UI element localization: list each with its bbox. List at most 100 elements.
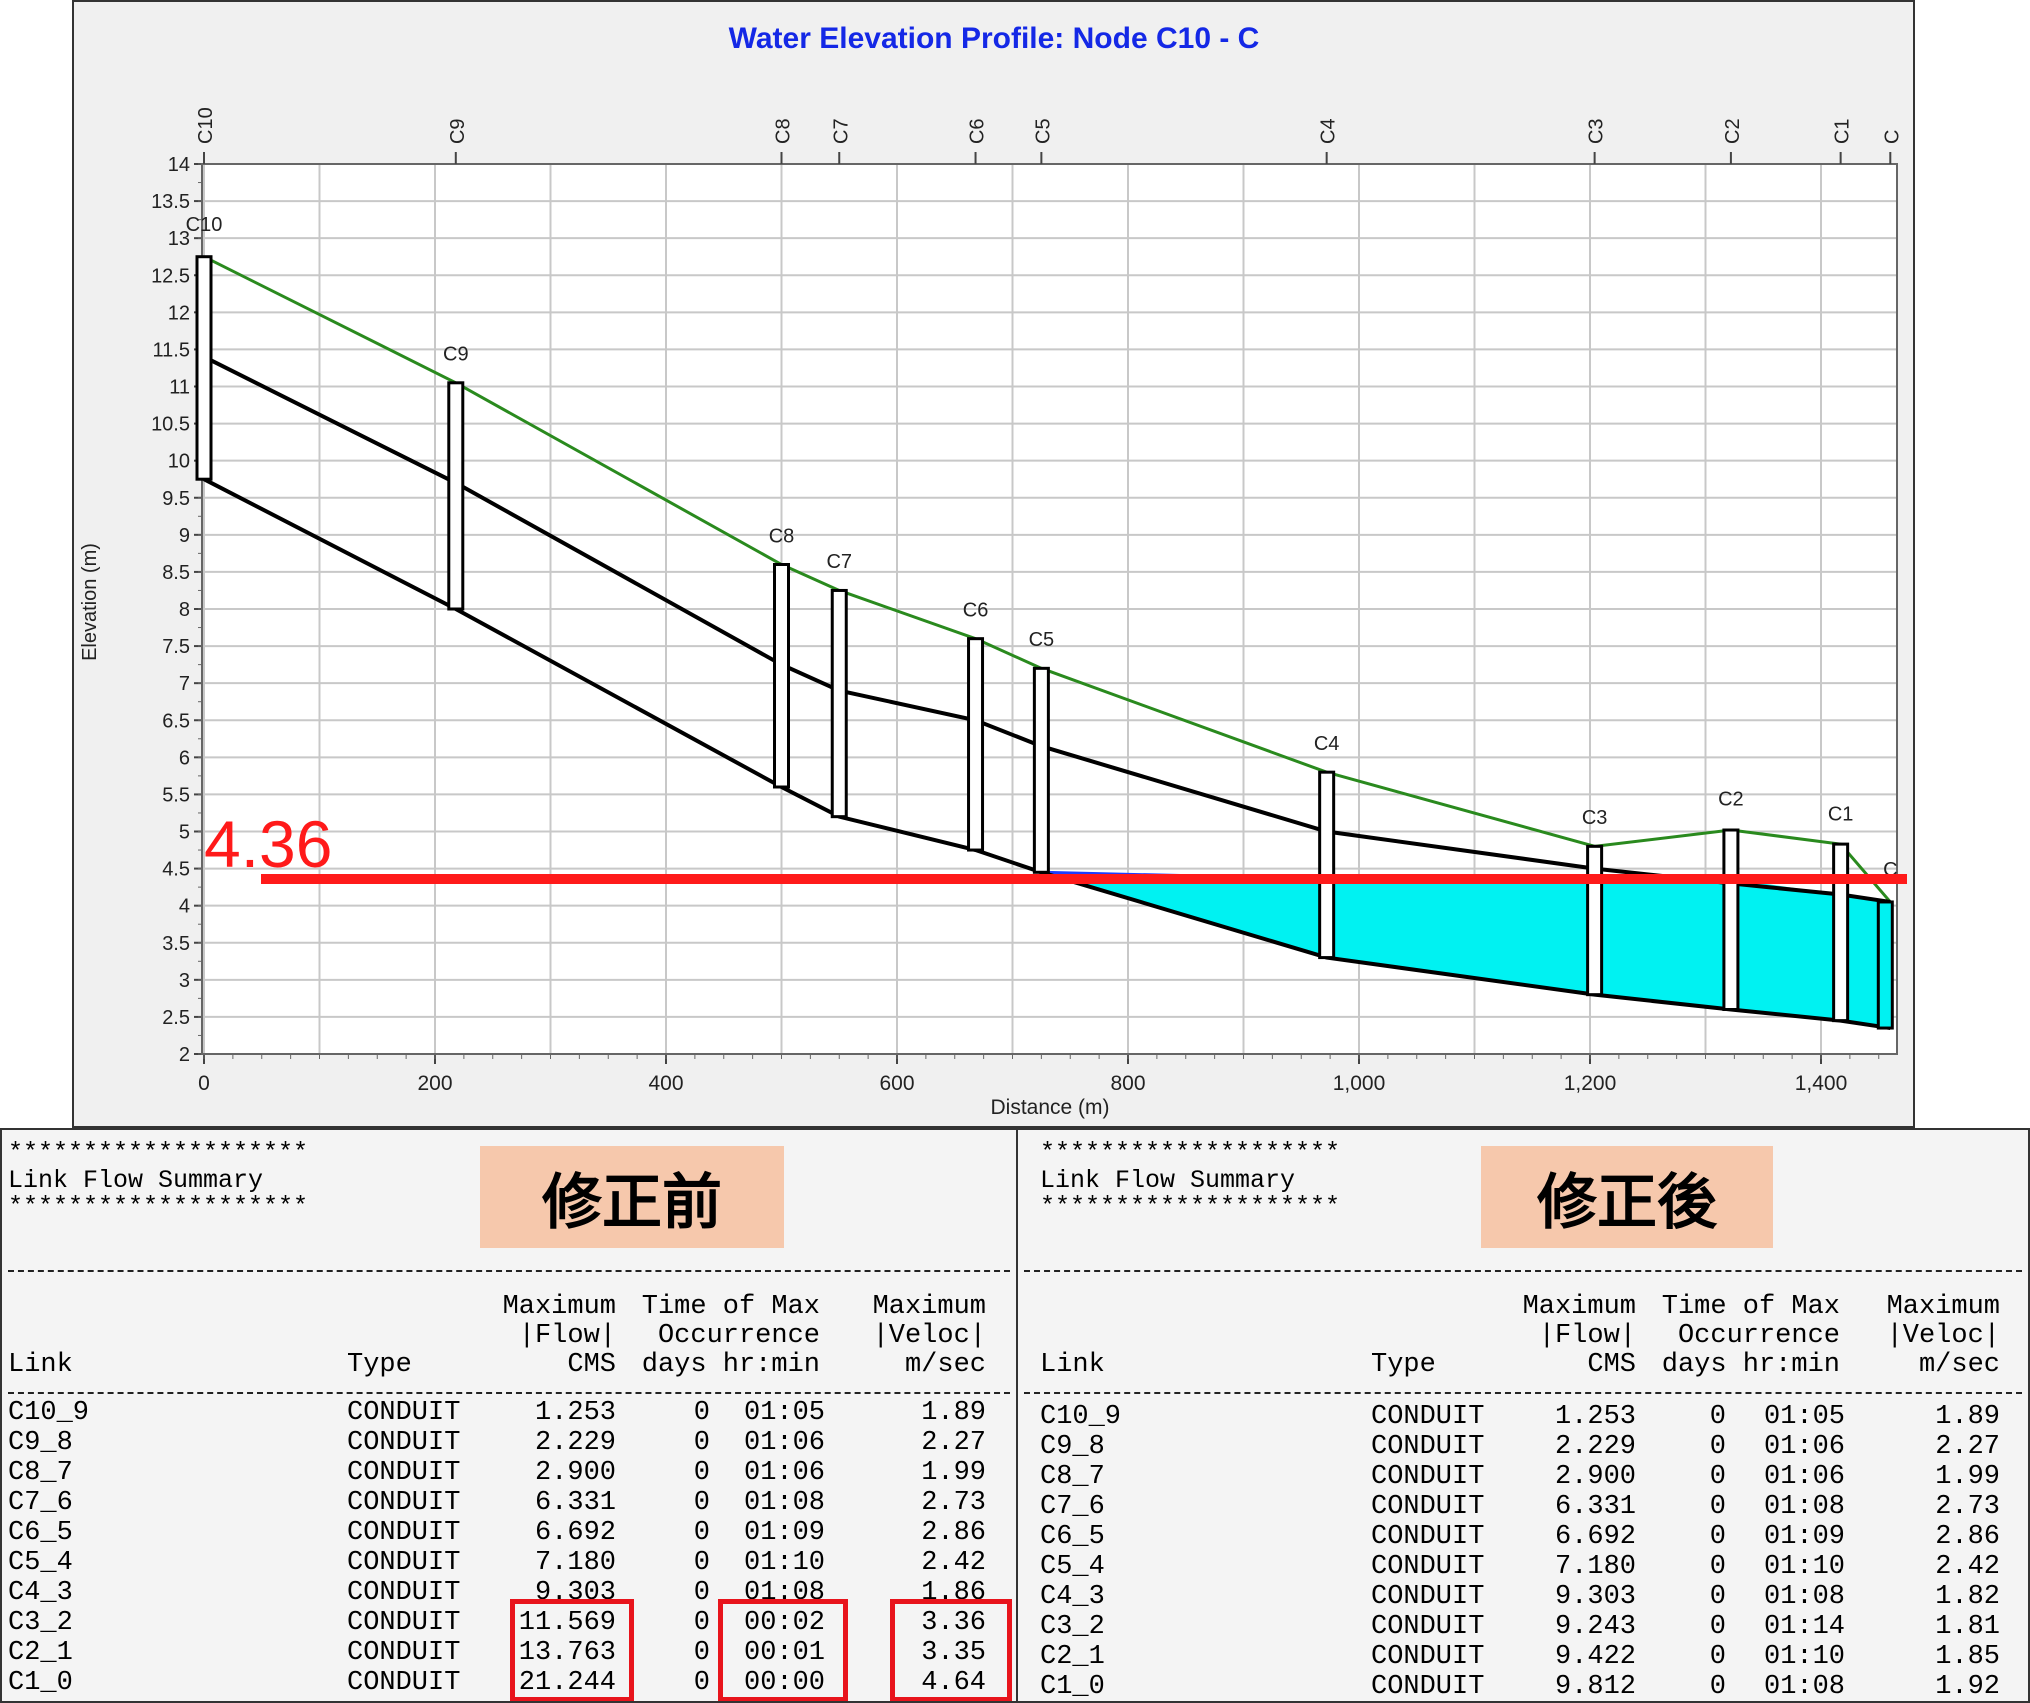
type-header: Type (347, 1350, 412, 1380)
flow-header-1: |Flow| (518, 1321, 616, 1351)
time-header-2: days hr:min (1661, 1350, 1840, 1380)
days-cell: 0 (693, 1458, 710, 1488)
veloc-header-1: |Veloc| (1886, 1321, 2000, 1351)
veloc-cell: 2.42 (1935, 1552, 2000, 1582)
veloc-cell: 2.86 (1935, 1522, 2000, 1552)
days-cell: 0 (693, 1578, 710, 1608)
y-tick-label: 7 (179, 673, 190, 695)
manhole-C6 (967, 637, 985, 852)
y-tick-label: 9 (179, 525, 190, 547)
time-cell: 01:08 (1764, 1492, 1846, 1522)
type-cell: CONDUIT (347, 1578, 461, 1608)
time-cell: 01:09 (1764, 1522, 1846, 1552)
time-cell: 01:08 (1764, 1582, 1846, 1612)
flow-cell: 2.900 (534, 1458, 616, 1488)
time-cell: 01:05 (1764, 1402, 1846, 1432)
manhole-C4 (1318, 770, 1336, 960)
flow-cell: 1.253 (1554, 1402, 1636, 1432)
profile-chart: 0 200 400 600 800 1,000 1,200 1,400 2 2.5 3 3.5 4 4.5… (79, 22, 1907, 1119)
x-axis-label: Distance (m) (990, 1096, 1109, 1119)
days-cell: 0 (1709, 1642, 1726, 1672)
link-cell: C7_6 (8, 1488, 73, 1518)
days-cell: 0 (1709, 1672, 1726, 1702)
type-cell: CONDUIT (347, 1608, 461, 1638)
flow-header-0: Maximum (502, 1292, 616, 1322)
node-label: C6 (963, 599, 989, 621)
type-cell: CONDUIT (1371, 1612, 1485, 1642)
y-tick-label: 8 (179, 599, 190, 621)
node-top-label: C3 (1586, 118, 1608, 144)
type-cell: CONDUIT (1371, 1552, 1485, 1582)
type-cell: CONDUIT (1371, 1522, 1485, 1552)
days-cell: 0 (1709, 1552, 1726, 1582)
link-cell: C1_0 (8, 1668, 73, 1698)
time-cell: 01:06 (1764, 1432, 1846, 1462)
link-cell: C8_7 (8, 1458, 73, 1488)
days-cell: 0 (693, 1488, 710, 1518)
report-after: ******************** Link Flow Summary ***… (1016, 1128, 2030, 1703)
x-tick-label: 1,400 (1795, 1072, 1848, 1095)
node-top-label: C8 (773, 118, 795, 144)
days-cell: 0 (693, 1548, 710, 1578)
time-cell: 01:06 (1764, 1462, 1846, 1492)
node-label: C9 (443, 344, 469, 366)
y-tick-label: 10.5 (151, 414, 190, 436)
flow-header-2: CMS (567, 1350, 616, 1380)
time-cell: 01:10 (744, 1548, 826, 1578)
type-header: Type (1371, 1350, 1436, 1380)
report-divider-header (1024, 1392, 2022, 1394)
flow-cell: 9.812 (1554, 1672, 1636, 1702)
report-stars-bottom: ******************** (8, 1192, 309, 1221)
type-cell: CONDUIT (347, 1548, 461, 1578)
days-cell: 0 (693, 1518, 710, 1548)
report-before: ******************** Link Flow Summary ***… (0, 1128, 1018, 1703)
time-header-2: days hr:min (641, 1350, 820, 1380)
veloc-header-0: Maximum (872, 1292, 986, 1322)
veloc-cell: 1.85 (1935, 1642, 2000, 1672)
type-cell: CONDUIT (1371, 1492, 1485, 1522)
report-banner: 修正前 (480, 1146, 784, 1248)
flow-cell: 2.229 (534, 1428, 616, 1458)
y-tick-label: 14 (168, 154, 190, 176)
node-label: C1 (1828, 803, 1854, 825)
veloc-cell: 1.92 (1935, 1672, 2000, 1702)
y-tick-label: 2 (179, 1044, 190, 1066)
y-tick-label: 3 (179, 970, 190, 992)
y-tick-label: 13.5 (151, 191, 190, 213)
report-heading: Link Flow Summary (8, 1166, 264, 1195)
node-top-label: C9 (447, 118, 469, 144)
flow-cell: 6.331 (1554, 1492, 1636, 1522)
flow-cell: 9.243 (1554, 1612, 1636, 1642)
node-top-label: C4 (1318, 118, 1340, 144)
profile-chart-panel: 0 200 400 600 800 1,000 1,200 1,400 2 2.5 3 3.5 4 4.5… (72, 0, 1915, 1128)
type-cell: CONDUIT (347, 1518, 461, 1548)
veloc-cell: 1.89 (1935, 1402, 2000, 1432)
manhole-C1 (1832, 842, 1850, 1023)
x-tick-label: 400 (648, 1072, 683, 1095)
y-tick-label: 4 (179, 896, 190, 918)
report-divider-top (1024, 1270, 2022, 1272)
node-top-label: C2 (1722, 118, 1744, 144)
time-cell: 01:05 (744, 1398, 826, 1428)
time-cell: 01:06 (744, 1428, 826, 1458)
y-tick-label: 12 (168, 302, 190, 324)
y-tick-label: 6 (179, 747, 190, 769)
report-stars-bottom: ******************** (1040, 1192, 1341, 1221)
time-cell: 01:14 (1764, 1612, 1846, 1642)
veloc-cell: 2.27 (921, 1428, 986, 1458)
report-stars-top: ******************** (8, 1138, 309, 1167)
days-cell: 0 (1709, 1612, 1726, 1642)
node-top-label: C10 (195, 107, 217, 144)
report-divider-top (8, 1270, 1010, 1272)
x-tick-label: 200 (417, 1072, 452, 1095)
y-tick-label: 11 (169, 377, 190, 399)
veloc-cell: 1.99 (1935, 1462, 2000, 1492)
link-cell: C2_1 (1040, 1642, 1105, 1672)
node-top-label: C (1881, 130, 1903, 144)
flow-cell: 2.229 (1554, 1432, 1636, 1462)
link-cell: C9_8 (8, 1428, 73, 1458)
veloc-cell: 1.99 (921, 1458, 986, 1488)
highlight-box (890, 1599, 1012, 1701)
link-cell: C5_4 (1040, 1552, 1105, 1582)
x-tick-label: 1,000 (1333, 1072, 1386, 1095)
